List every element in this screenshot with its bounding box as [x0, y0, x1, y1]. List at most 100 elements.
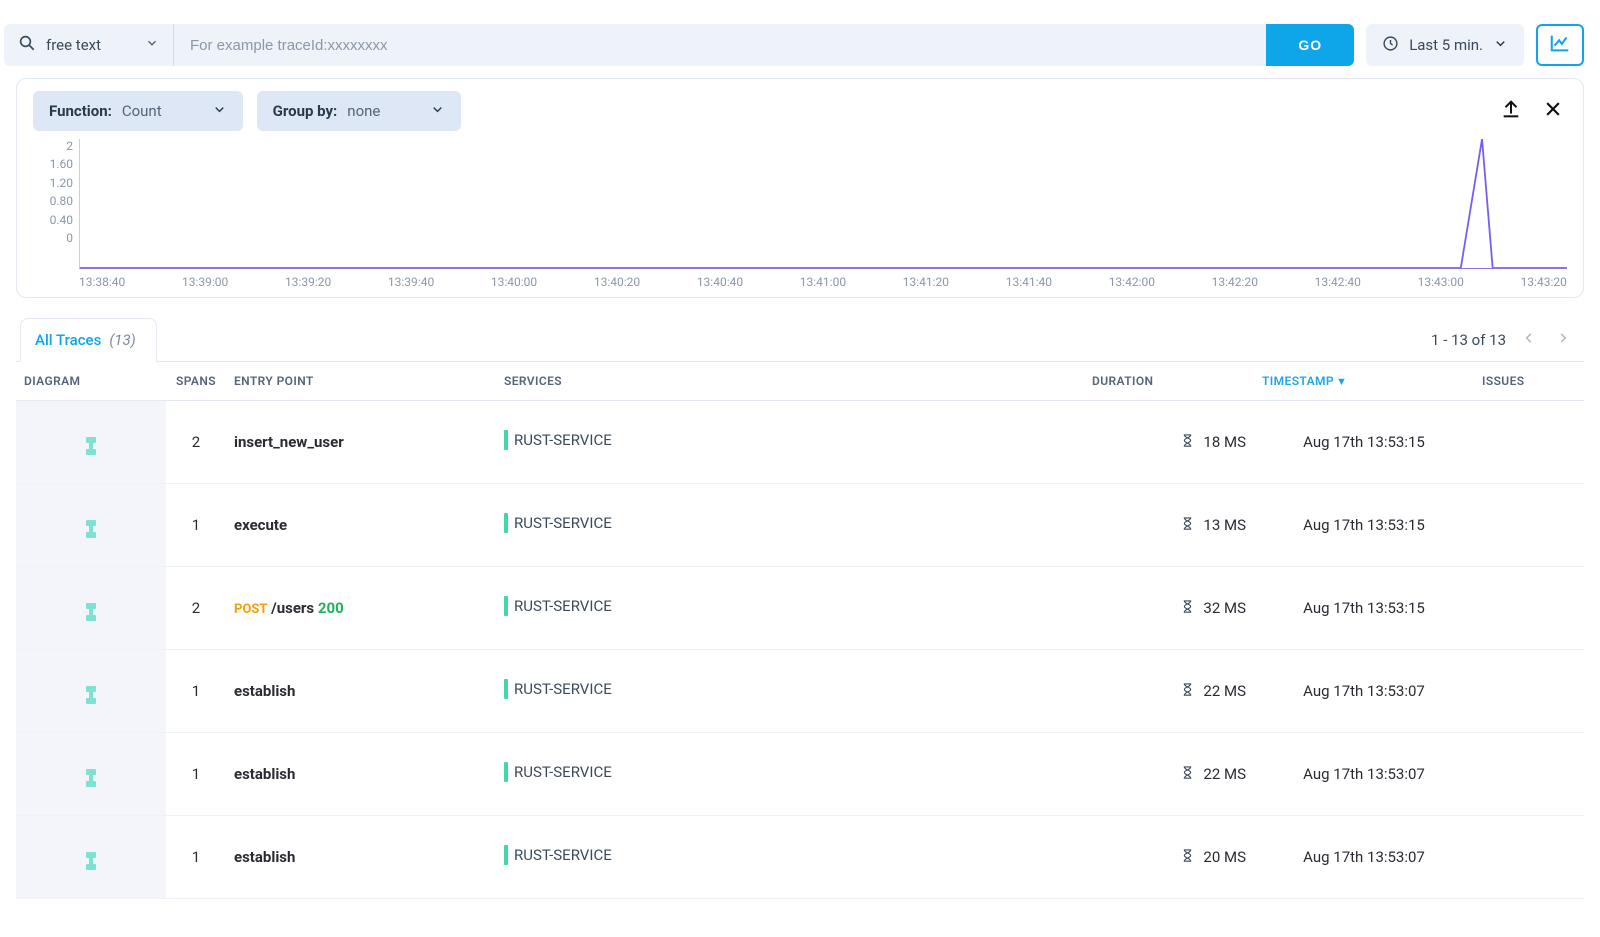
service-name: RUST-SERVICE	[514, 846, 612, 864]
x-tick: 13:41:00	[800, 275, 846, 289]
cell-entry: insert_new_user	[226, 401, 496, 484]
http-status: 200	[318, 599, 344, 617]
x-tick: 13:40:20	[594, 275, 640, 289]
function-label: Function:	[49, 102, 112, 120]
search-type-selector[interactable]: free text	[4, 24, 174, 66]
trace-diagram-icon	[86, 686, 96, 704]
service-name: RUST-SERVICE	[514, 514, 612, 532]
chart-y-axis: 21.601.200.800.400	[33, 139, 79, 269]
cell-entry: establish	[226, 733, 496, 816]
chart-toggle-button[interactable]	[1536, 24, 1584, 66]
cell-issues	[1474, 484, 1584, 567]
export-button[interactable]	[1497, 97, 1525, 125]
duration-value: 22 MS	[1203, 765, 1246, 783]
cell-diagram[interactable]	[16, 567, 166, 650]
cell-service: RUST-SERVICE	[496, 484, 1084, 567]
next-page-button[interactable]	[1552, 327, 1574, 353]
hourglass-icon	[1180, 599, 1195, 618]
service-name: RUST-SERVICE	[514, 431, 612, 449]
cell-diagram[interactable]	[16, 401, 166, 484]
col-issues[interactable]: ISSUES	[1474, 362, 1584, 401]
table-row[interactable]: 1executeRUST-SERVICE13 MSAug 17th 13:53:…	[16, 484, 1584, 567]
cell-diagram[interactable]	[16, 816, 166, 899]
service-name: RUST-SERVICE	[514, 680, 612, 698]
col-services[interactable]: SERVICES	[496, 362, 1084, 401]
col-entry[interactable]: ENTRY POINT	[226, 362, 496, 401]
cell-service: RUST-SERVICE	[496, 816, 1084, 899]
col-timestamp-label: TIMESTAMP	[1262, 374, 1334, 388]
col-timestamp[interactable]: TIMESTAMP▼	[1254, 362, 1474, 401]
upload-icon	[1500, 98, 1522, 124]
cell-diagram[interactable]	[16, 650, 166, 733]
cell-issues	[1474, 401, 1584, 484]
cell-service: RUST-SERVICE	[496, 567, 1084, 650]
col-diagram[interactable]: DIAGRAM	[16, 362, 166, 401]
y-tick: 2	[33, 139, 73, 153]
duration-value: 20 MS	[1203, 848, 1246, 866]
chart-controls: Function: Count Group by: none	[33, 91, 1567, 131]
table-row[interactable]: 2insert_new_userRUST-SERVICE18 MSAug 17t…	[16, 401, 1584, 484]
service-color-tick	[504, 762, 508, 782]
col-spans[interactable]: SPANS	[166, 362, 226, 401]
table-row[interactable]: 1establishRUST-SERVICE22 MSAug 17th 13:5…	[16, 650, 1584, 733]
hourglass-icon	[1180, 682, 1195, 701]
tab-count: (13)	[109, 331, 135, 349]
duration-value: 22 MS	[1203, 682, 1246, 700]
table-row[interactable]: 1establishRUST-SERVICE22 MSAug 17th 13:5…	[16, 733, 1584, 816]
entry-point-name: establish	[234, 765, 295, 783]
cell-spans: 1	[166, 733, 226, 816]
topbar: free text GO Last 5 min.	[16, 0, 1584, 78]
cell-timestamp: Aug 17th 13:53:15	[1254, 567, 1474, 650]
duration-value: 32 MS	[1203, 599, 1246, 617]
service-color-tick	[504, 430, 508, 450]
x-tick: 13:40:00	[491, 275, 537, 289]
chevron-down-icon	[212, 102, 227, 121]
chart-body: 21.601.200.800.400	[33, 139, 1567, 269]
trace-diagram-icon	[86, 852, 96, 870]
chart-plot[interactable]	[79, 139, 1567, 269]
chevron-down-icon	[145, 36, 159, 54]
y-tick: 0.80	[33, 194, 73, 208]
search-box: free text GO	[4, 24, 1354, 66]
cell-duration: 22 MS	[1084, 733, 1254, 816]
x-tick: 13:39:00	[182, 275, 228, 289]
entry-point-name: establish	[234, 682, 295, 700]
cell-diagram[interactable]	[16, 733, 166, 816]
x-tick: 13:42:40	[1315, 275, 1361, 289]
cell-entry: establish	[226, 650, 496, 733]
close-icon	[1543, 99, 1563, 123]
cell-entry: establish	[226, 816, 496, 899]
close-chart-button[interactable]	[1539, 97, 1567, 125]
service-name: RUST-SERVICE	[514, 597, 612, 615]
trace-diagram-icon	[86, 437, 96, 455]
table-header-row: DIAGRAM SPANS ENTRY POINT SERVICES DURAT…	[16, 362, 1584, 401]
search-input[interactable]	[174, 24, 1266, 66]
cell-entry: execute	[226, 484, 496, 567]
time-range-selector[interactable]: Last 5 min.	[1366, 24, 1524, 66]
x-tick: 13:43:00	[1418, 275, 1464, 289]
service-color-tick	[504, 679, 508, 699]
prev-page-button[interactable]	[1518, 327, 1540, 353]
x-tick: 13:41:20	[903, 275, 949, 289]
chevron-down-icon	[430, 102, 445, 121]
x-tick: 13:39:20	[285, 275, 331, 289]
cell-issues	[1474, 567, 1584, 650]
cell-diagram[interactable]	[16, 484, 166, 567]
x-tick: 13:39:40	[388, 275, 434, 289]
table-row[interactable]: 2POST /users 200RUST-SERVICE32 MSAug 17t…	[16, 567, 1584, 650]
go-button[interactable]: GO	[1266, 24, 1354, 66]
col-duration[interactable]: DURATION	[1084, 362, 1254, 401]
cell-timestamp: Aug 17th 13:53:15	[1254, 401, 1474, 484]
cell-service: RUST-SERVICE	[496, 401, 1084, 484]
table-row[interactable]: 1establishRUST-SERVICE20 MSAug 17th 13:5…	[16, 816, 1584, 899]
cell-spans: 2	[166, 567, 226, 650]
hourglass-icon	[1180, 848, 1195, 867]
chart-x-axis: 13:38:4013:39:0013:39:2013:39:4013:40:00…	[33, 269, 1567, 289]
hourglass-icon	[1180, 516, 1195, 535]
function-selector[interactable]: Function: Count	[33, 91, 243, 131]
groupby-selector[interactable]: Group by: none	[257, 91, 462, 131]
tab-all-traces[interactable]: All Traces (13)	[20, 318, 157, 362]
tab-row: All Traces (13) 1 - 13 of 13	[16, 318, 1584, 362]
entry-point-name: insert_new_user	[234, 433, 344, 451]
chart-panel: Function: Count Group by: none	[16, 78, 1584, 298]
